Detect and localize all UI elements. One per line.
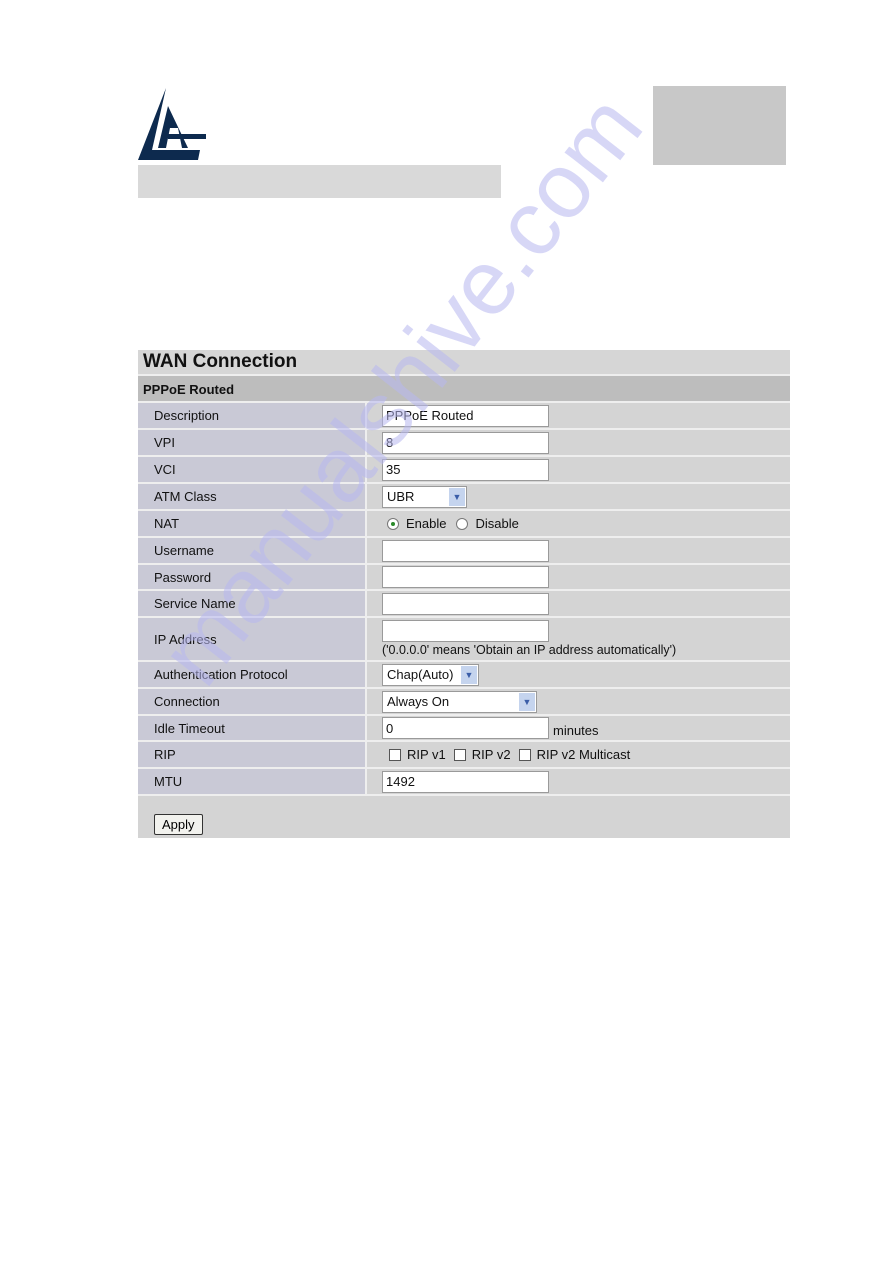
vpi-input[interactable]: 8 bbox=[382, 431, 549, 454]
atm-class-label: ATM Class bbox=[138, 484, 367, 509]
company-logo bbox=[138, 88, 206, 160]
page-title: WAN Connection bbox=[138, 350, 790, 376]
ip-address-hint: ('0.0.0.0' means 'Obtain an IP address a… bbox=[382, 643, 677, 657]
rip-v1-checkbox[interactable] bbox=[389, 748, 401, 761]
header-box bbox=[653, 86, 786, 165]
chevron-down-icon: ▼ bbox=[461, 665, 477, 684]
mtu-label: MTU bbox=[138, 769, 367, 794]
description-label: Description bbox=[138, 403, 367, 428]
rip-v1-label: RIP v1 bbox=[407, 747, 446, 762]
rip-v2-checkbox[interactable] bbox=[453, 748, 466, 761]
vci-input[interactable]: 35 bbox=[382, 458, 549, 481]
nat-disable-radio[interactable] bbox=[456, 517, 469, 530]
header-bar bbox=[138, 165, 501, 198]
auth-protocol-value: Chap(Auto) bbox=[387, 667, 454, 682]
nat-enable-label: Enable bbox=[406, 516, 447, 531]
mtu-input[interactable]: 1492 bbox=[382, 770, 549, 793]
nat-enable-radio[interactable] bbox=[387, 517, 399, 530]
wan-connection-panel: WAN Connection PPPoE Routed Description P… bbox=[138, 350, 790, 838]
rip-v2-multicast-label: RIP v2 Multicast bbox=[536, 747, 631, 762]
username-input[interactable] bbox=[382, 539, 549, 562]
apply-button[interactable]: Apply bbox=[154, 814, 203, 835]
chevron-down-icon: ▼ bbox=[519, 692, 535, 711]
idle-timeout-label: Idle Timeout bbox=[138, 716, 367, 740]
ip-address-label: IP Address bbox=[138, 618, 367, 660]
chevron-down-icon: ▼ bbox=[449, 487, 465, 506]
vpi-label: VPI bbox=[138, 430, 367, 455]
atm-class-value: UBR bbox=[387, 489, 415, 504]
vci-label: VCI bbox=[138, 457, 367, 482]
section-title: PPPoE Routed bbox=[138, 376, 790, 403]
username-label: Username bbox=[138, 538, 367, 563]
ip-address-input[interactable] bbox=[382, 620, 549, 642]
auth-protocol-select[interactable]: Chap(Auto) ▼ bbox=[382, 663, 479, 686]
atm-class-select[interactable]: UBR ▼ bbox=[382, 485, 467, 508]
nat-disable-label: Disable bbox=[475, 516, 519, 531]
password-label: Password bbox=[138, 565, 367, 589]
service-name-input[interactable] bbox=[382, 592, 549, 615]
auth-protocol-label: Authentication Protocol bbox=[138, 662, 367, 687]
idle-timeout-unit: minutes bbox=[553, 722, 599, 738]
password-input[interactable] bbox=[382, 566, 549, 588]
connection-select[interactable]: Always On ▼ bbox=[382, 690, 537, 713]
description-input[interactable]: PPPoE Routed bbox=[382, 404, 549, 427]
nat-label: NAT bbox=[138, 511, 367, 536]
rip-v2-label: RIP v2 bbox=[471, 747, 511, 762]
idle-timeout-input[interactable]: 0 bbox=[382, 717, 549, 739]
rip-label: RIP bbox=[138, 742, 367, 767]
connection-value: Always On bbox=[387, 694, 450, 709]
connection-label: Connection bbox=[138, 689, 367, 714]
service-name-label: Service Name bbox=[138, 591, 367, 616]
rip-v2-multicast-checkbox[interactable] bbox=[518, 748, 531, 761]
